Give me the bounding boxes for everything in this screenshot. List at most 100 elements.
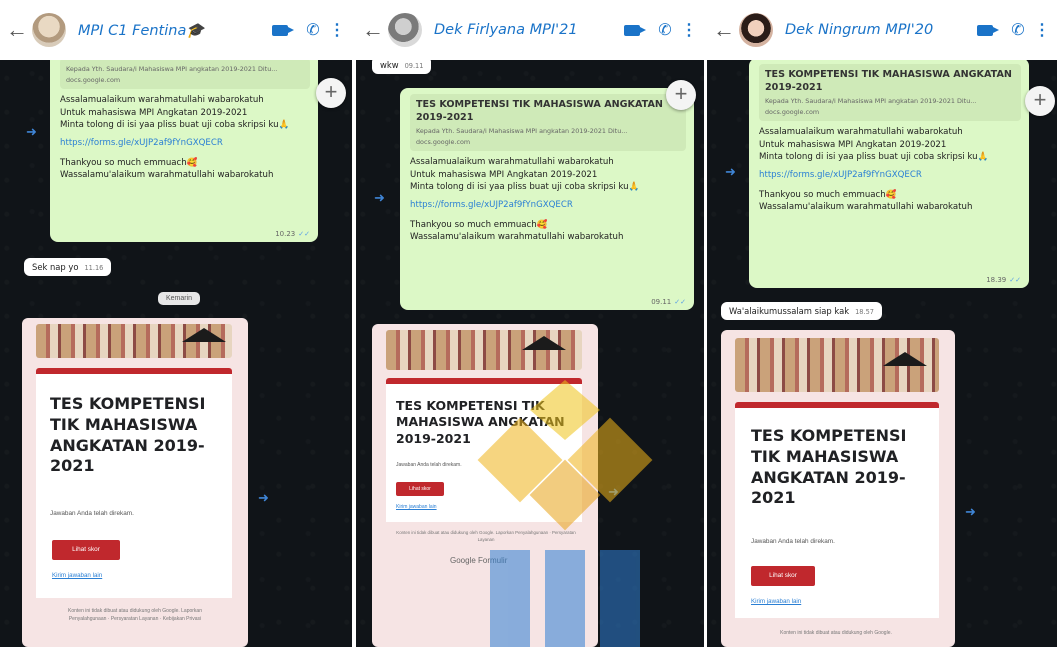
message-line: Minta tolong di isi yaa pliss buat uji c… bbox=[60, 120, 290, 131]
preview-description: Kepada Yth. Saudara/i Mahasiswa MPI angk… bbox=[66, 65, 278, 73]
phone-icon[interactable]: ✆ bbox=[298, 20, 328, 40]
contact-name[interactable]: MPI C1 Fentina🎓 bbox=[78, 22, 264, 39]
link-preview[interactable]: Kepada Yth. Saudara/i Mahasiswa MPI angk… bbox=[60, 58, 310, 90]
read-tick-icon: ✓✓ bbox=[1009, 275, 1021, 284]
more-options-icon[interactable]: ⋮ bbox=[1033, 20, 1051, 40]
back-arrow-icon[interactable]: ← bbox=[711, 17, 737, 43]
form-screenshot[interactable]: TES KOMPETENSI TIK MAHASISWA ANGKATAN 20… bbox=[721, 330, 955, 647]
submit-another-link[interactable]: Kirim jawaban lain bbox=[396, 504, 437, 510]
message-line: Thankyou so much emmuach🥰 bbox=[410, 219, 548, 230]
add-icon[interactable]: + bbox=[666, 80, 696, 110]
read-tick-icon: ✓✓ bbox=[674, 297, 686, 306]
form-brand: Google Formulir bbox=[450, 556, 508, 565]
view-score-button[interactable]: Lihat skor bbox=[751, 566, 815, 586]
preview-title: TES KOMPETENSI TIK MAHASISWA ANGKATAN 20… bbox=[416, 99, 663, 123]
chat-panel-3: ← Dek Ningrum MPI'20 ✆ ⋮ TES KOMPETENSI … bbox=[707, 0, 1057, 647]
forward-icon[interactable]: ➜ bbox=[258, 490, 269, 506]
message-line: Assalamualaikum warahmatullahi wabarokat… bbox=[60, 95, 264, 106]
back-arrow-icon[interactable]: ← bbox=[360, 17, 386, 43]
message-line: Wassalamu'alaikum warahmatullahi wabarok… bbox=[60, 170, 274, 181]
form-footer: Konten ini tidak dibuat atau didukung ol… bbox=[68, 608, 202, 622]
chat-header: ← Dek Firlyana MPI'21 ✆ ⋮ bbox=[356, 0, 704, 60]
graduation-cap-icon bbox=[522, 336, 566, 350]
form-footer: Konten ini tidak dibuat atau didukung ol… bbox=[780, 630, 892, 636]
more-options-icon[interactable]: ⋮ bbox=[328, 20, 346, 40]
form-screenshot[interactable]: TES KOMPETENSI TIK MAHASISWA ANGKATAN 20… bbox=[22, 318, 248, 647]
contact-name[interactable]: Dek Firlyana MPI'21 bbox=[434, 22, 616, 38]
message-time: 09.11 bbox=[404, 62, 424, 70]
message-text: Wa'alaikumussalam siap kak bbox=[729, 306, 850, 316]
message-line: Minta tolong di isi yaa pliss buat uji c… bbox=[759, 152, 989, 163]
preview-description: Kepada Yth. Saudara/i Mahasiswa MPI angk… bbox=[416, 126, 628, 135]
video-call-icon[interactable] bbox=[977, 24, 999, 36]
form-screenshot[interactable]: TES KOMPETENSI TIK MAHASISWA ANGKATAN 20… bbox=[372, 324, 598, 647]
message-time: 09.11 ✓✓ bbox=[651, 297, 686, 306]
message-line: Thankyou so much emmuach🥰 bbox=[759, 189, 897, 200]
message-line: Minta tolong di isi yaa pliss buat uji c… bbox=[410, 182, 640, 193]
back-arrow-icon[interactable]: ← bbox=[4, 17, 30, 43]
incoming-message[interactable]: Wa'alaikumussalam siap kak 18.57 bbox=[721, 302, 882, 320]
form-link[interactable]: https://forms.gle/xUJP2af9fYnGXQECR bbox=[60, 138, 310, 150]
form-title: TES KOMPETENSI TIK MAHASISWA ANGKATAN 20… bbox=[751, 426, 907, 508]
form-footer: Konten ini tidak dibuat atau didukung ol… bbox=[396, 530, 576, 542]
avatar[interactable] bbox=[388, 13, 422, 47]
message-line: Untuk mahasiswa MPI Angkatan 2019-2021 bbox=[759, 139, 947, 150]
chat-header: ← MPI C1 Fentina🎓 ✆ ⋮ bbox=[0, 0, 352, 60]
preview-domain: docs.google.com bbox=[416, 137, 471, 146]
contact-name[interactable]: Dek Ningrum MPI'20 bbox=[785, 22, 969, 38]
link-preview[interactable]: TES KOMPETENSI TIK MAHASISWA ANGKATAN 20… bbox=[759, 64, 1021, 122]
form-response-text: Jawaban Anda telah direkam. bbox=[751, 538, 835, 545]
message-line: Wassalamu'alaikum warahmatullahi wabarok… bbox=[410, 232, 624, 243]
phone-icon[interactable]: ✆ bbox=[1003, 20, 1033, 40]
submit-another-link[interactable]: Kirim jawaban lain bbox=[52, 572, 102, 579]
link-preview[interactable]: TES KOMPETENSI TIK MAHASISWA ANGKATAN 20… bbox=[410, 94, 686, 152]
video-call-icon[interactable] bbox=[624, 24, 646, 36]
message-line: Thankyou so much emmuach🥰 bbox=[60, 157, 198, 168]
message-line: Assalamualaikum warahmatullahi wabarokat… bbox=[410, 157, 614, 168]
message-time: 18.39 ✓✓ bbox=[986, 275, 1021, 284]
view-score-button[interactable]: Lihat skor bbox=[396, 482, 444, 496]
form-response-text: Jawaban Anda telah direkam. bbox=[50, 510, 134, 517]
incoming-message[interactable]: Sek nap yo 11.16 bbox=[24, 258, 112, 276]
more-options-icon[interactable]: ⋮ bbox=[680, 20, 698, 40]
submit-another-link[interactable]: Kirim jawaban lain bbox=[751, 598, 801, 605]
form-response-text: Jawaban Anda telah direkam. bbox=[396, 462, 462, 468]
outgoing-message[interactable]: TES KOMPETENSI TIK MAHASISWA ANGKATAN 20… bbox=[749, 58, 1029, 288]
form-link[interactable]: https://forms.gle/xUJP2af9fYnGXQECR bbox=[759, 170, 1021, 182]
add-icon[interactable]: + bbox=[1025, 86, 1055, 116]
forward-icon[interactable]: ➜ bbox=[608, 484, 619, 500]
preview-title: TES KOMPETENSI TIK MAHASISWA ANGKATAN 20… bbox=[765, 69, 1012, 93]
forward-icon[interactable]: ➜ bbox=[374, 190, 385, 206]
view-score-button[interactable]: Lihat skor bbox=[52, 540, 120, 560]
forward-icon[interactable]: ➜ bbox=[725, 164, 736, 180]
avatar[interactable] bbox=[32, 13, 66, 47]
message-line: Untuk mahasiswa MPI Angkatan 2019-2021 bbox=[60, 107, 248, 118]
message-line: Assalamualaikum warahmatullahi wabarokat… bbox=[759, 127, 963, 138]
message-time: 10.23 ✓✓ bbox=[275, 229, 310, 238]
form-title: TES KOMPETENSI TIK MAHASISWA ANGKATAN 20… bbox=[396, 398, 565, 446]
chat-panel-2: ← Dek Firlyana MPI'21 ✆ ⋮ wkw 09.11 TES K… bbox=[356, 0, 704, 647]
form-title: TES KOMPETENSI TIK MAHASISWA ANGKATAN 20… bbox=[50, 394, 206, 476]
message-line: Wassalamu'alaikum warahmatullahi wabarok… bbox=[759, 202, 973, 213]
message-text: wkw bbox=[380, 60, 399, 70]
read-tick-icon: ✓✓ bbox=[298, 229, 310, 238]
message-time: 11.16 bbox=[84, 264, 104, 272]
graduation-cap-icon bbox=[883, 352, 927, 366]
avatar[interactable] bbox=[739, 13, 773, 47]
video-call-icon[interactable] bbox=[272, 24, 294, 36]
add-icon[interactable]: + bbox=[316, 78, 346, 108]
forward-icon[interactable]: ➜ bbox=[965, 504, 976, 520]
preview-domain: docs.google.com bbox=[66, 75, 121, 84]
chat-panel-1: ← MPI C1 Fentina🎓 ✆ ⋮ Kepada Yth. Saudar… bbox=[0, 0, 352, 647]
forward-icon[interactable]: ➜ bbox=[26, 124, 37, 140]
outgoing-message[interactable]: TES KOMPETENSI TIK MAHASISWA ANGKATAN 20… bbox=[400, 88, 694, 310]
preview-domain: docs.google.com bbox=[765, 107, 820, 116]
phone-icon[interactable]: ✆ bbox=[650, 20, 680, 40]
outgoing-message[interactable]: Kepada Yth. Saudara/i Mahasiswa MPI angk… bbox=[50, 52, 318, 242]
date-chip: Kemarin bbox=[158, 292, 201, 305]
message-line: Untuk mahasiswa MPI Angkatan 2019-2021 bbox=[410, 169, 598, 180]
message-time: 18.57 bbox=[855, 308, 874, 316]
chat-header: ← Dek Ningrum MPI'20 ✆ ⋮ bbox=[707, 0, 1057, 60]
form-link[interactable]: https://forms.gle/xUJP2af9fYnGXQECR bbox=[410, 200, 686, 212]
message-text: Sek nap yo bbox=[32, 262, 79, 272]
